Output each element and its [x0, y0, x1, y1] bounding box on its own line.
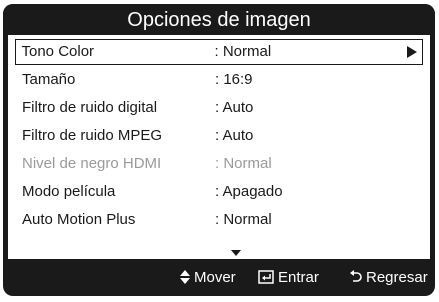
menu-item-filtro-ruido-mpeg[interactable]: Filtro de ruido MPEG : Auto: [15, 123, 423, 149]
footer-enter-label: Entrar: [278, 269, 319, 286]
footer-return-label: Regresar: [366, 269, 428, 286]
dialog-title: Opciones de imagen: [3, 4, 435, 35]
menu-item-value: : Auto: [215, 99, 254, 116]
menu-item-tamano[interactable]: Tamaño : 16:9: [15, 67, 423, 93]
menu-item-nivel-negro-hdmi: Nivel de negro HDMI : Normal: [15, 151, 423, 177]
menu-item-label: Tono Color: [21, 43, 95, 60]
scroll-down-icon[interactable]: [231, 250, 241, 256]
footer-move-label: Mover: [194, 269, 236, 286]
return-icon: [350, 270, 362, 282]
menu-item-modo-pelicula[interactable]: Modo película : Apagado: [15, 179, 423, 205]
enter-icon: [258, 270, 274, 284]
menu-item-label: Auto Motion Plus: [22, 211, 136, 228]
menu-item-label: Nivel de negro HDMI: [22, 155, 162, 172]
menu-item-value: : Auto: [215, 127, 254, 144]
menu-item-value: : Normal: [215, 155, 272, 172]
menu-item-auto-motion-plus[interactable]: Auto Motion Plus : Normal: [15, 207, 423, 233]
menu-item-label: Tamaño: [22, 71, 76, 88]
footer-return: Regresar: [350, 259, 428, 296]
menu-list: Tono Color : Normal Tamaño : 16:9 Filtro…: [8, 35, 430, 259]
menu-item-filtro-ruido-digital[interactable]: Filtro de ruido digital : Auto: [15, 95, 423, 121]
menu-item-label: Modo película: [22, 183, 116, 200]
menu-item-value: : Apagado: [215, 183, 283, 200]
menu-item-value: : 16:9: [215, 71, 253, 88]
options-dialog: Opciones de imagen Tono Color : Normal T…: [3, 4, 435, 296]
menu-item-value: : Normal: [215, 211, 272, 228]
menu-item-label: Filtro de ruido MPEG: [22, 127, 163, 144]
submenu-arrow-icon: [407, 46, 417, 58]
menu-item-value: : Normal: [214, 43, 272, 60]
footer-enter: Entrar: [258, 259, 319, 296]
up-down-arrows-icon: [180, 270, 190, 285]
menu-item-label: Filtro de ruido digital: [22, 99, 158, 116]
menu-item-tono-color[interactable]: Tono Color : Normal: [15, 39, 423, 65]
footer-move: Mover: [180, 259, 236, 296]
footer-bar: Mover Entrar Regresar: [3, 259, 435, 296]
